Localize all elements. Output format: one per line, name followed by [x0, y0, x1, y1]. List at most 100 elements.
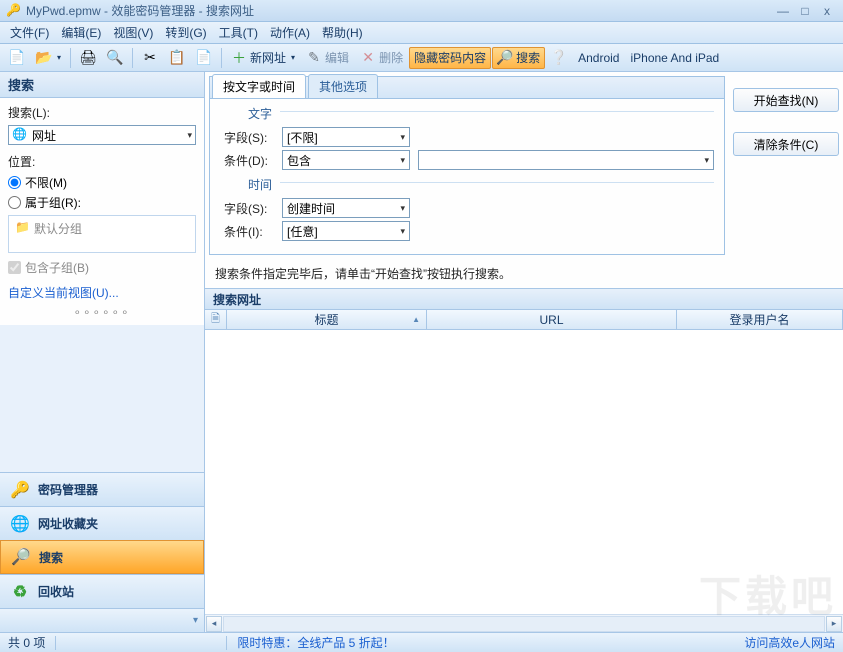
hide-pwd-label: 隐藏密码内容	[414, 49, 486, 66]
tb-help[interactable]: ❔	[546, 47, 572, 69]
tb-hide-password[interactable]: 隐藏密码内容	[409, 47, 491, 69]
field-s2-select[interactable]: 创建时间 ▾	[282, 198, 410, 218]
search-options: 搜索(L): 🌐 网址 ▾ 位置: 不限(M) 属于组(R): 📁 默认分组	[0, 98, 204, 325]
edit-label: 编辑	[325, 49, 349, 66]
chevron-down-icon: ▾	[400, 203, 405, 214]
results-header: 搜索网址	[205, 288, 843, 310]
nav-url-favorites[interactable]: 🌐 网址收藏夹	[0, 506, 204, 540]
col-user[interactable]: 登录用户名	[677, 310, 843, 329]
minimize-button[interactable]: —	[773, 4, 793, 18]
menu-goto[interactable]: 转到(G)	[159, 22, 212, 43]
menu-help[interactable]: 帮助(H)	[316, 22, 369, 43]
time-section-label: 时间	[248, 176, 272, 193]
menu-edit[interactable]: 编辑(E)	[55, 22, 107, 43]
radio-unlimited[interactable]	[8, 176, 21, 189]
chevron-down-icon: ▾	[187, 130, 192, 141]
radio-group[interactable]	[8, 196, 21, 209]
cond-d-select[interactable]: 包含▾	[282, 150, 410, 170]
search-form: 按文字或时间 其他选项 文字 字段(S): [不限]▾ 条件(D): 包含▾ ▾…	[209, 76, 725, 255]
grid-body	[205, 330, 843, 614]
text-section-label: 文字	[248, 105, 272, 122]
tb-iphone[interactable]: iPhone And iPad	[625, 47, 724, 69]
tb-edit[interactable]: ✎编辑	[301, 47, 354, 69]
cut-icon: ✂	[142, 50, 158, 66]
plus-icon: ＋	[231, 50, 247, 66]
start-search-button[interactable]: 开始查找(N)	[733, 88, 839, 112]
copy-icon: 📋	[169, 50, 185, 66]
nav-recycle-label: 回收站	[38, 583, 74, 600]
separator	[132, 48, 133, 68]
tb-print[interactable]: 🖨	[75, 47, 101, 69]
cond-i-value: [任意]	[287, 223, 318, 240]
search-text-field[interactable]	[423, 152, 704, 168]
default-group-label: 默认分组	[34, 220, 82, 237]
menu-tool[interactable]: 工具(T)	[213, 22, 264, 43]
main-area: 搜索 搜索(L): 🌐 网址 ▾ 位置: 不限(M) 属于组(R): 📁 默认分…	[0, 72, 843, 632]
maximize-button[interactable]: □	[795, 4, 815, 18]
tb-paste[interactable]: 📄	[191, 47, 217, 69]
title-bar: 🔑 MyPwd.epmw - 效能密码管理器 - 搜索网址 — □ x	[0, 0, 843, 22]
menu-view[interactable]: 视图(V)	[107, 22, 159, 43]
tb-new-doc[interactable]: 📄	[4, 47, 30, 69]
horizontal-scrollbar[interactable]: ◂ ▸	[205, 614, 843, 632]
collapse-dots[interactable]: ∘∘∘∘∘∘	[8, 305, 196, 319]
field-s2-value: 创建时间	[287, 200, 335, 217]
status-visit-link[interactable]: 访问高效e人网站	[744, 634, 835, 651]
scroll-right-icon[interactable]: ▸	[826, 616, 842, 632]
new-doc-icon: 📄	[9, 50, 25, 66]
search-icon: 🔎	[497, 50, 513, 66]
status-bar: 共 0 项 限时特惠：全线产品 5 折起！ 访问高效e人网站	[0, 632, 843, 652]
menu-action[interactable]: 动作(A)	[264, 22, 316, 43]
tab-other-options[interactable]: 其他选项	[308, 74, 378, 98]
nav-recycle[interactable]: ♻ 回收站	[0, 574, 204, 608]
include-subgroup-checkbox[interactable]	[8, 261, 21, 274]
status-count: 共 0 项	[8, 634, 45, 651]
iphone-label: iPhone And iPad	[630, 51, 719, 65]
new-url-label: 新网址	[250, 49, 286, 66]
col-icon[interactable]: 🗎	[205, 310, 227, 329]
col-url[interactable]: URL	[427, 310, 677, 329]
nav-section: 🔑 密码管理器 🌐 网址收藏夹 🔎 搜索 ♻ 回收站 ▾	[0, 472, 204, 632]
separator	[70, 48, 71, 68]
status-promo-link[interactable]: 限时特惠：全线产品 5 折起！	[237, 634, 394, 651]
scroll-left-icon[interactable]: ◂	[206, 616, 222, 632]
side-buttons: 开始查找(N) 清除条件(C)	[733, 76, 839, 255]
radio-group-label: 属于组(R):	[25, 194, 81, 211]
left-panel: 搜索 搜索(L): 🌐 网址 ▾ 位置: 不限(M) 属于组(R): 📁 默认分…	[0, 72, 205, 632]
chevron-down-icon: ▾	[400, 132, 405, 143]
tb-android[interactable]: Android	[573, 47, 624, 69]
chevron-down-icon: ▾	[400, 155, 405, 166]
tb-delete[interactable]: ✕删除	[355, 47, 408, 69]
col-title[interactable]: 标题	[227, 310, 427, 329]
chevron-down-icon: ▾	[704, 155, 709, 166]
open-folder-icon: 📂	[36, 50, 52, 66]
help-icon: ❔	[551, 50, 567, 66]
cond-i-select[interactable]: [任意]▾	[282, 221, 410, 241]
include-subgroup-row[interactable]: 包含子组(B)	[8, 259, 196, 276]
cond-i-label: 条件(I):	[220, 223, 274, 240]
radio-unlimited-row[interactable]: 不限(M)	[8, 174, 196, 191]
field-s-select[interactable]: [不限] ▾	[282, 127, 410, 147]
close-button[interactable]: x	[817, 4, 837, 18]
clear-conditions-button[interactable]: 清除条件(C)	[733, 132, 839, 156]
chevron-down-icon: ▾	[57, 53, 61, 62]
tb-copy[interactable]: 📋	[164, 47, 190, 69]
nav-password-manager[interactable]: 🔑 密码管理器	[0, 472, 204, 506]
radio-group-row[interactable]: 属于组(R):	[8, 194, 196, 211]
scroll-track[interactable]	[223, 616, 825, 632]
tb-cut[interactable]: ✂	[137, 47, 163, 69]
field-s-label: 字段(S):	[220, 129, 274, 146]
tb-search[interactable]: 🔎搜索	[492, 47, 545, 69]
tb-new-url[interactable]: ＋新网址▾	[226, 47, 300, 69]
field-s-value: [不限]	[287, 129, 318, 146]
tb-open[interactable]: 📂▾	[31, 47, 66, 69]
nav-config-icon[interactable]: ▾	[193, 615, 198, 626]
tab-by-text-time[interactable]: 按文字或时间	[212, 74, 306, 98]
include-subgroup-label: 包含子组(B)	[25, 259, 89, 276]
menu-file[interactable]: 文件(F)	[4, 22, 55, 43]
custom-view-link[interactable]: 自定义当前视图(U)...	[8, 284, 196, 301]
search-type-combo[interactable]: 🌐 网址 ▾	[8, 125, 196, 145]
nav-search[interactable]: 🔎 搜索	[0, 540, 204, 574]
tb-preview[interactable]: 🔍	[102, 47, 128, 69]
search-text-input[interactable]: ▾	[418, 150, 714, 170]
